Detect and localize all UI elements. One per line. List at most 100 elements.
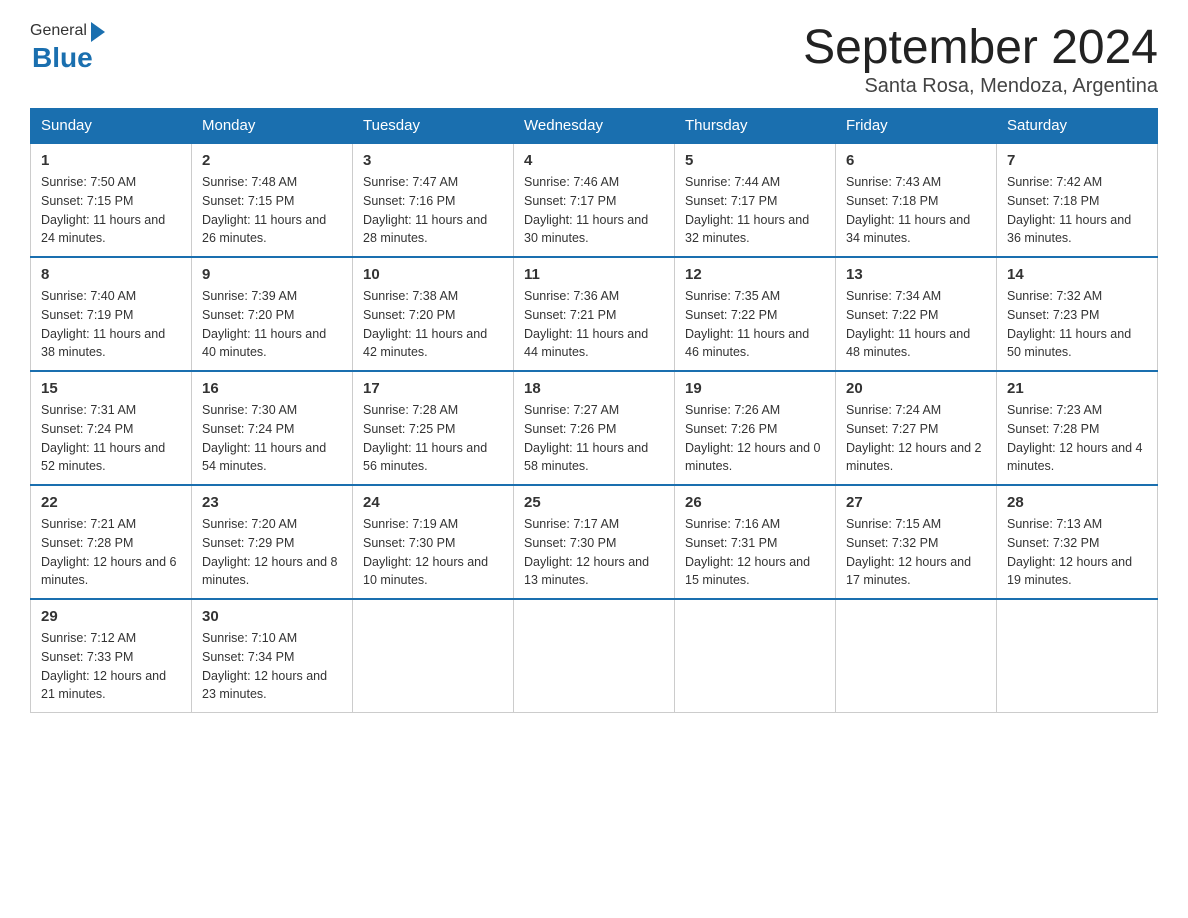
calendar-cell: 7 Sunrise: 7:42 AMSunset: 7:18 PMDayligh… bbox=[997, 143, 1158, 257]
day-number: 14 bbox=[1007, 266, 1147, 283]
calendar-cell: 5 Sunrise: 7:44 AMSunset: 7:17 PMDayligh… bbox=[675, 143, 836, 257]
day-number: 29 bbox=[41, 608, 181, 625]
day-info: Sunrise: 7:43 AMSunset: 7:18 PMDaylight:… bbox=[846, 173, 986, 248]
day-info: Sunrise: 7:50 AMSunset: 7:15 PMDaylight:… bbox=[41, 173, 181, 248]
calendar-cell: 22 Sunrise: 7:21 AMSunset: 7:28 PMDaylig… bbox=[31, 485, 192, 599]
week-row-2: 8 Sunrise: 7:40 AMSunset: 7:19 PMDayligh… bbox=[31, 257, 1158, 371]
day-info: Sunrise: 7:31 AMSunset: 7:24 PMDaylight:… bbox=[41, 401, 181, 476]
day-info: Sunrise: 7:12 AMSunset: 7:33 PMDaylight:… bbox=[41, 629, 181, 704]
month-title: September 2024 bbox=[803, 20, 1158, 75]
location-subtitle: Santa Rosa, Mendoza, Argentina bbox=[803, 75, 1158, 98]
day-number: 13 bbox=[846, 266, 986, 283]
day-info: Sunrise: 7:46 AMSunset: 7:17 PMDaylight:… bbox=[524, 173, 664, 248]
day-number: 26 bbox=[685, 494, 825, 511]
logo-arrow-icon bbox=[91, 22, 105, 42]
weekday-header-monday: Monday bbox=[192, 109, 353, 144]
calendar-cell: 21 Sunrise: 7:23 AMSunset: 7:28 PMDaylig… bbox=[997, 371, 1158, 485]
day-number: 3 bbox=[363, 152, 503, 169]
day-number: 4 bbox=[524, 152, 664, 169]
day-info: Sunrise: 7:30 AMSunset: 7:24 PMDaylight:… bbox=[202, 401, 342, 476]
day-info: Sunrise: 7:15 AMSunset: 7:32 PMDaylight:… bbox=[846, 515, 986, 590]
calendar-cell: 15 Sunrise: 7:31 AMSunset: 7:24 PMDaylig… bbox=[31, 371, 192, 485]
day-number: 30 bbox=[202, 608, 342, 625]
calendar-cell: 24 Sunrise: 7:19 AMSunset: 7:30 PMDaylig… bbox=[353, 485, 514, 599]
week-row-1: 1 Sunrise: 7:50 AMSunset: 7:15 PMDayligh… bbox=[31, 143, 1158, 257]
calendar-cell bbox=[675, 599, 836, 713]
day-number: 20 bbox=[846, 380, 986, 397]
day-info: Sunrise: 7:16 AMSunset: 7:31 PMDaylight:… bbox=[685, 515, 825, 590]
calendar-cell: 12 Sunrise: 7:35 AMSunset: 7:22 PMDaylig… bbox=[675, 257, 836, 371]
calendar-cell: 10 Sunrise: 7:38 AMSunset: 7:20 PMDaylig… bbox=[353, 257, 514, 371]
calendar-cell: 16 Sunrise: 7:30 AMSunset: 7:24 PMDaylig… bbox=[192, 371, 353, 485]
week-row-5: 29 Sunrise: 7:12 AMSunset: 7:33 PMDaylig… bbox=[31, 599, 1158, 713]
calendar-cell: 28 Sunrise: 7:13 AMSunset: 7:32 PMDaylig… bbox=[997, 485, 1158, 599]
day-number: 19 bbox=[685, 380, 825, 397]
calendar-cell bbox=[353, 599, 514, 713]
day-number: 17 bbox=[363, 380, 503, 397]
day-number: 10 bbox=[363, 266, 503, 283]
day-info: Sunrise: 7:17 AMSunset: 7:30 PMDaylight:… bbox=[524, 515, 664, 590]
day-number: 25 bbox=[524, 494, 664, 511]
day-number: 18 bbox=[524, 380, 664, 397]
calendar-cell: 18 Sunrise: 7:27 AMSunset: 7:26 PMDaylig… bbox=[514, 371, 675, 485]
day-number: 22 bbox=[41, 494, 181, 511]
calendar-cell: 19 Sunrise: 7:26 AMSunset: 7:26 PMDaylig… bbox=[675, 371, 836, 485]
day-info: Sunrise: 7:20 AMSunset: 7:29 PMDaylight:… bbox=[202, 515, 342, 590]
day-info: Sunrise: 7:13 AMSunset: 7:32 PMDaylight:… bbox=[1007, 515, 1147, 590]
week-row-3: 15 Sunrise: 7:31 AMSunset: 7:24 PMDaylig… bbox=[31, 371, 1158, 485]
weekday-header-tuesday: Tuesday bbox=[353, 109, 514, 144]
day-info: Sunrise: 7:44 AMSunset: 7:17 PMDaylight:… bbox=[685, 173, 825, 248]
day-number: 23 bbox=[202, 494, 342, 511]
day-info: Sunrise: 7:24 AMSunset: 7:27 PMDaylight:… bbox=[846, 401, 986, 476]
weekday-header-wednesday: Wednesday bbox=[514, 109, 675, 144]
day-info: Sunrise: 7:10 AMSunset: 7:34 PMDaylight:… bbox=[202, 629, 342, 704]
day-info: Sunrise: 7:23 AMSunset: 7:28 PMDaylight:… bbox=[1007, 401, 1147, 476]
day-number: 8 bbox=[41, 266, 181, 283]
day-info: Sunrise: 7:21 AMSunset: 7:28 PMDaylight:… bbox=[41, 515, 181, 590]
day-number: 11 bbox=[524, 266, 664, 283]
day-number: 15 bbox=[41, 380, 181, 397]
logo: General Blue bbox=[30, 20, 105, 74]
calendar-cell: 13 Sunrise: 7:34 AMSunset: 7:22 PMDaylig… bbox=[836, 257, 997, 371]
calendar-cell: 26 Sunrise: 7:16 AMSunset: 7:31 PMDaylig… bbox=[675, 485, 836, 599]
day-number: 24 bbox=[363, 494, 503, 511]
calendar-cell bbox=[514, 599, 675, 713]
logo-general-text: General bbox=[30, 22, 87, 40]
day-number: 2 bbox=[202, 152, 342, 169]
weekday-header-friday: Friday bbox=[836, 109, 997, 144]
day-info: Sunrise: 7:19 AMSunset: 7:30 PMDaylight:… bbox=[363, 515, 503, 590]
day-info: Sunrise: 7:40 AMSunset: 7:19 PMDaylight:… bbox=[41, 287, 181, 362]
day-number: 27 bbox=[846, 494, 986, 511]
day-number: 16 bbox=[202, 380, 342, 397]
day-info: Sunrise: 7:38 AMSunset: 7:20 PMDaylight:… bbox=[363, 287, 503, 362]
calendar-cell: 29 Sunrise: 7:12 AMSunset: 7:33 PMDaylig… bbox=[31, 599, 192, 713]
day-info: Sunrise: 7:34 AMSunset: 7:22 PMDaylight:… bbox=[846, 287, 986, 362]
calendar-cell: 25 Sunrise: 7:17 AMSunset: 7:30 PMDaylig… bbox=[514, 485, 675, 599]
calendar-cell: 14 Sunrise: 7:32 AMSunset: 7:23 PMDaylig… bbox=[997, 257, 1158, 371]
calendar-cell: 9 Sunrise: 7:39 AMSunset: 7:20 PMDayligh… bbox=[192, 257, 353, 371]
calendar-cell: 27 Sunrise: 7:15 AMSunset: 7:32 PMDaylig… bbox=[836, 485, 997, 599]
day-info: Sunrise: 7:32 AMSunset: 7:23 PMDaylight:… bbox=[1007, 287, 1147, 362]
calendar-cell: 17 Sunrise: 7:28 AMSunset: 7:25 PMDaylig… bbox=[353, 371, 514, 485]
day-info: Sunrise: 7:26 AMSunset: 7:26 PMDaylight:… bbox=[685, 401, 825, 476]
day-number: 9 bbox=[202, 266, 342, 283]
weekday-header-saturday: Saturday bbox=[997, 109, 1158, 144]
day-info: Sunrise: 7:28 AMSunset: 7:25 PMDaylight:… bbox=[363, 401, 503, 476]
day-number: 7 bbox=[1007, 152, 1147, 169]
calendar-cell: 2 Sunrise: 7:48 AMSunset: 7:15 PMDayligh… bbox=[192, 143, 353, 257]
day-info: Sunrise: 7:42 AMSunset: 7:18 PMDaylight:… bbox=[1007, 173, 1147, 248]
weekday-header-thursday: Thursday bbox=[675, 109, 836, 144]
calendar-cell: 3 Sunrise: 7:47 AMSunset: 7:16 PMDayligh… bbox=[353, 143, 514, 257]
day-info: Sunrise: 7:27 AMSunset: 7:26 PMDaylight:… bbox=[524, 401, 664, 476]
week-row-4: 22 Sunrise: 7:21 AMSunset: 7:28 PMDaylig… bbox=[31, 485, 1158, 599]
calendar-cell bbox=[997, 599, 1158, 713]
title-section: September 2024 Santa Rosa, Mendoza, Arge… bbox=[803, 20, 1158, 98]
weekday-header-sunday: Sunday bbox=[31, 109, 192, 144]
calendar-cell: 11 Sunrise: 7:36 AMSunset: 7:21 PMDaylig… bbox=[514, 257, 675, 371]
calendar-cell: 23 Sunrise: 7:20 AMSunset: 7:29 PMDaylig… bbox=[192, 485, 353, 599]
calendar-cell: 20 Sunrise: 7:24 AMSunset: 7:27 PMDaylig… bbox=[836, 371, 997, 485]
day-number: 28 bbox=[1007, 494, 1147, 511]
page-header: General Blue September 2024 Santa Rosa, … bbox=[30, 20, 1158, 98]
day-number: 6 bbox=[846, 152, 986, 169]
day-info: Sunrise: 7:47 AMSunset: 7:16 PMDaylight:… bbox=[363, 173, 503, 248]
